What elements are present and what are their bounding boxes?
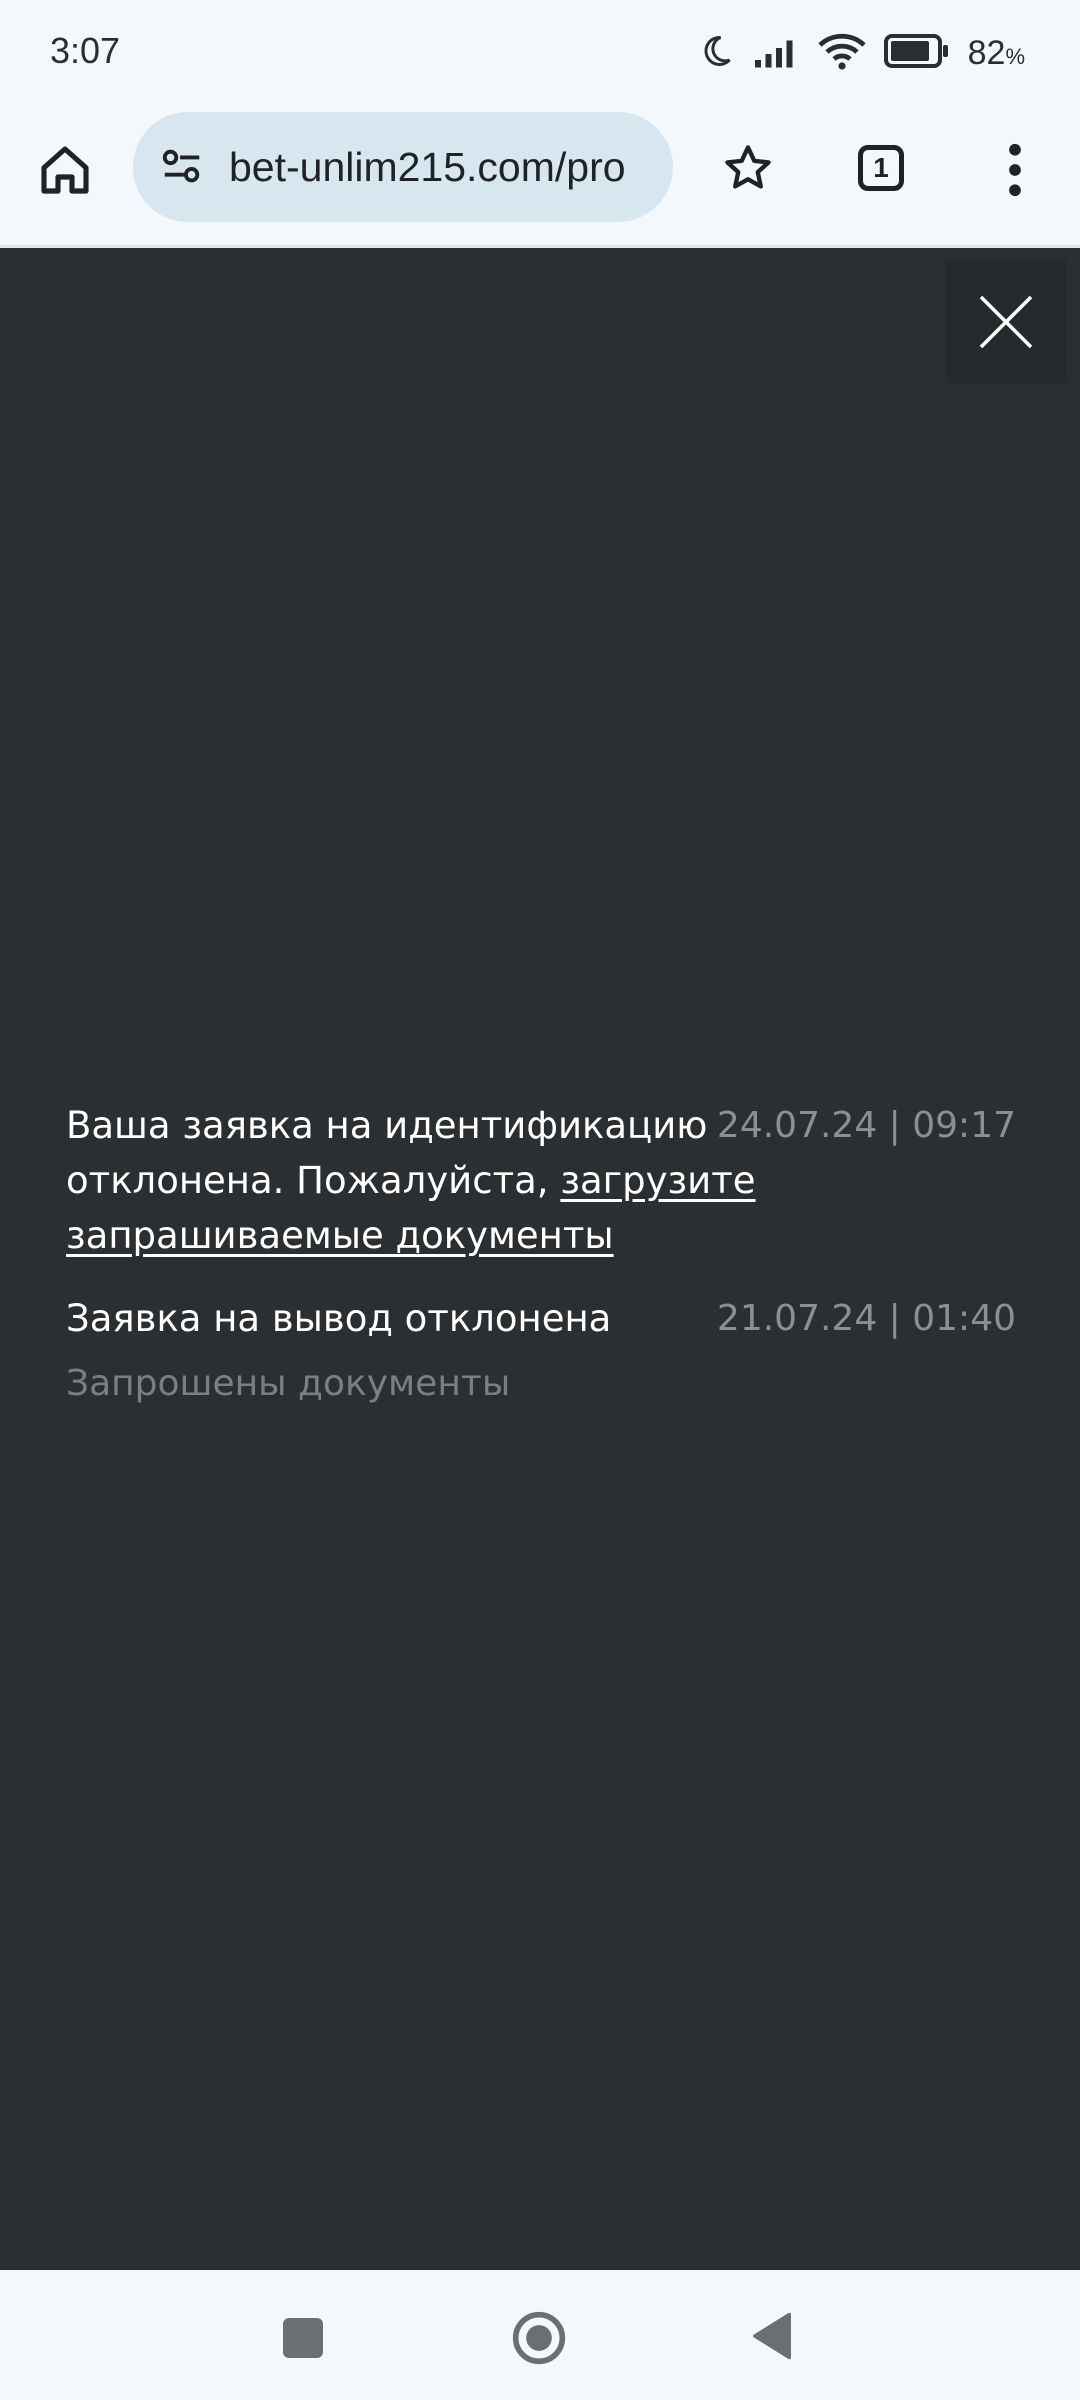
circle-home-icon bbox=[512, 2311, 566, 2365]
notification-item: Ваша заявка на идентификацию отклонена. … bbox=[66, 1098, 1016, 1263]
notification-date: 21.07.24 | 01:40 bbox=[716, 1298, 1016, 1339]
close-icon bbox=[979, 295, 1033, 349]
more-menu-button[interactable] bbox=[985, 135, 1045, 205]
battery-percent: 82% bbox=[967, 33, 1025, 72]
url-text[interactable]: bet-unlim215.com/pro bbox=[229, 144, 659, 191]
star-icon bbox=[724, 144, 771, 189]
status-icons: 82% bbox=[698, 28, 1025, 78]
notification-message: Заявка на вывод отклонена bbox=[66, 1297, 612, 1340]
status-time: 3:07 bbox=[50, 30, 121, 71]
signal-icon bbox=[752, 33, 800, 74]
battery-icon bbox=[883, 33, 950, 73]
url-bar[interactable]: bet-unlim215.com/pro bbox=[133, 112, 673, 222]
notifications-panel: Ваша заявка на идентификацию отклонена. … bbox=[0, 245, 1080, 2270]
more-vert-icon bbox=[1009, 143, 1021, 197]
notification-subtext: Запрошены документы bbox=[66, 1363, 511, 1404]
site-settings-icon[interactable] bbox=[157, 142, 207, 192]
close-button[interactable] bbox=[945, 261, 1067, 383]
wifi-icon bbox=[817, 31, 866, 76]
tab-count: 1 bbox=[873, 152, 889, 183]
system-nav-bar bbox=[0, 2270, 1080, 2400]
tabs-button[interactable]: 1 bbox=[858, 145, 904, 191]
moon-icon bbox=[698, 33, 734, 74]
back-triangle-icon bbox=[753, 2312, 791, 2360]
notification-date: 24.07.24 | 09:17 bbox=[716, 1105, 1016, 1146]
bookmark-button[interactable] bbox=[710, 130, 785, 205]
browser-toolbar: bet-unlim215.com/pro 1 bbox=[0, 105, 1080, 245]
recents-button[interactable] bbox=[283, 2318, 323, 2358]
notification-item: Заявка на вывод отклонена 21.07.24 | 01:… bbox=[66, 1291, 1016, 1411]
home-icon bbox=[41, 146, 89, 194]
back-button[interactable] bbox=[750, 2310, 800, 2366]
notification-message: Ваша заявка на идентификацию отклонена. … bbox=[66, 1104, 756, 1257]
status-bar: 3:07 82% bbox=[0, 0, 1080, 105]
home-button[interactable] bbox=[30, 135, 100, 205]
home-nav-button[interactable] bbox=[511, 2310, 567, 2366]
